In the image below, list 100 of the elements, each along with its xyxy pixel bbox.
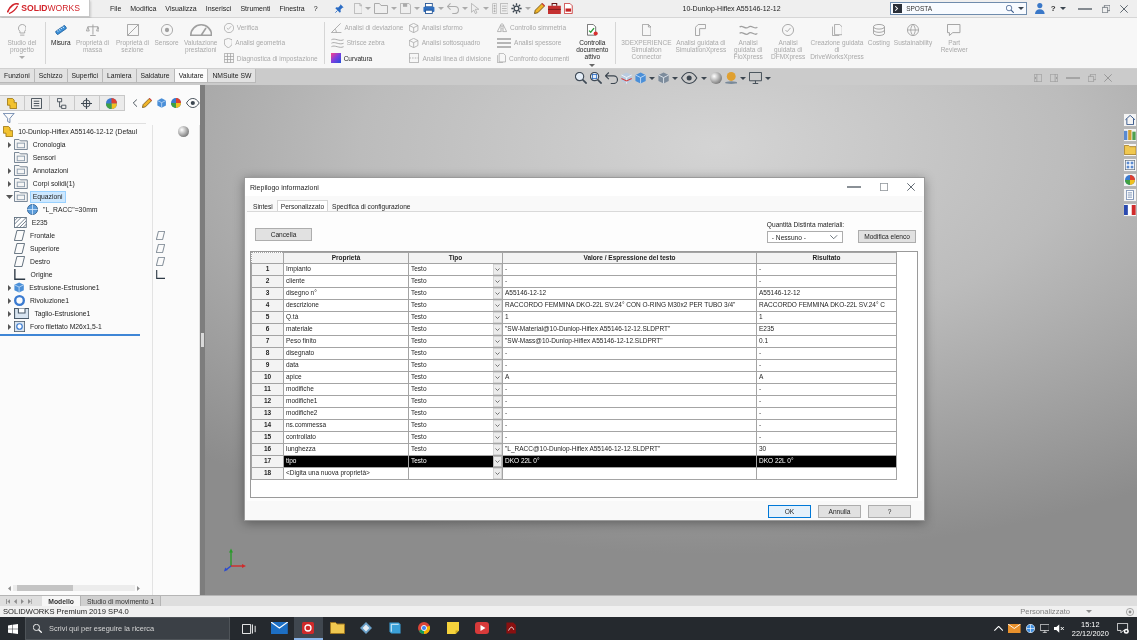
- panel-tab[interactable]: [99, 95, 125, 111]
- grid-icon: [223, 53, 234, 64]
- caret-right-icon[interactable]: [7, 180, 12, 187]
- taskbar-button[interactable]: [293, 617, 323, 640]
- sphere-icon[interactable]: [178, 126, 189, 137]
- flag-icon: [1124, 205, 1136, 215]
- caret-down-icon[interactable]: [649, 76, 656, 80]
- skip-right-icon[interactable]: [27, 598, 33, 604]
- axes-icon: [14, 269, 26, 280]
- task-pane-tab[interactable]: [1123, 158, 1137, 172]
- speech-bubble-icon[interactable]: [1116, 623, 1129, 634]
- circle-icon[interactable]: [1126, 607, 1134, 616]
- globe-icon: [907, 24, 919, 36]
- task-pane-tab[interactable]: [1123, 128, 1137, 142]
- zoom-area-icon[interactable]: [590, 72, 602, 84]
- ring-tile-icon: [302, 621, 315, 634]
- square-diagonal-icon: [126, 24, 139, 36]
- documents-icon: [497, 53, 506, 64]
- document-icon[interactable]: [564, 3, 573, 14]
- caret-down-icon[interactable]: [740, 76, 747, 80]
- caret-right-icon[interactable]: [7, 284, 12, 291]
- coins-icon: [872, 24, 885, 36]
- skip-left-icon[interactable]: [6, 598, 11, 604]
- caret-right-icon[interactable]: [7, 310, 12, 317]
- panel-tab[interactable]: [24, 95, 50, 111]
- help-button[interactable]: ?: [1050, 4, 1056, 13]
- scrollbar[interactable]: [12, 585, 136, 591]
- folder-icon: [14, 152, 28, 163]
- bulb-icon: [17, 24, 27, 36]
- list-icon: [31, 97, 43, 109]
- triangle-right-icon[interactable]: [21, 598, 24, 604]
- maximize-icon[interactable]: [880, 183, 888, 191]
- window-panes-icon[interactable]: [8, 623, 18, 634]
- filter-icon[interactable]: [3, 113, 15, 123]
- books-icon: [1124, 130, 1136, 140]
- folder-icon[interactable]: [374, 3, 389, 14]
- folder-icon: [329, 621, 345, 634]
- chevron-up-icon[interactable]: [993, 626, 1004, 631]
- caret-down-icon[interactable]: [1059, 7, 1066, 10]
- globe-icon[interactable]: [1025, 624, 1035, 633]
- caret-right-icon[interactable]: [7, 297, 12, 304]
- scrollbar-thumb[interactable]: [16, 585, 73, 591]
- zoom-icon[interactable]: [575, 72, 587, 84]
- axes-icon[interactable]: [155, 270, 166, 279]
- cube-icon[interactable]: [157, 98, 167, 108]
- panel-tab[interactable]: [49, 95, 75, 111]
- folder-icon: [14, 178, 28, 189]
- triangle-left-icon[interactable]: [14, 598, 18, 604]
- folder-icon: [14, 139, 28, 150]
- envelope-icon[interactable]: [1008, 624, 1021, 633]
- caret-right-icon[interactable]: [7, 323, 12, 330]
- chevron-left-icon[interactable]: [132, 99, 138, 107]
- caret-right-icon[interactable]: [7, 141, 12, 148]
- caret-down-icon[interactable]: [6, 194, 13, 199]
- panel-tab[interactable]: [74, 95, 100, 111]
- pie-chart-icon[interactable]: [171, 98, 182, 108]
- pin-icon[interactable]: [334, 4, 344, 13]
- task-pane-tab[interactable]: [1123, 203, 1137, 217]
- caret-down-icon[interactable]: [700, 76, 707, 80]
- close-icon[interactable]: [1120, 4, 1128, 13]
- caret-down-icon[interactable]: [672, 76, 679, 80]
- eye-icon[interactable]: [681, 72, 698, 84]
- tile-right-icon[interactable]: [1049, 74, 1058, 82]
- toolbox-icon[interactable]: [548, 3, 562, 14]
- document-check-icon: [586, 24, 598, 36]
- undo-icon[interactable]: [605, 72, 618, 84]
- pencil-icon[interactable]: [534, 3, 546, 14]
- sphere-icon[interactable]: [709, 72, 722, 84]
- eye-icon[interactable]: [186, 98, 200, 108]
- triangle-right-icon[interactable]: [137, 585, 140, 591]
- panes-icon[interactable]: [242, 623, 256, 634]
- close-icon[interactable]: [907, 183, 915, 191]
- printer-icon[interactable]: [423, 3, 436, 14]
- crosshair-icon: [81, 97, 93, 109]
- caret-right-icon[interactable]: [7, 167, 12, 174]
- chevron-down-icon: [830, 235, 838, 239]
- gear-icon[interactable]: [511, 3, 523, 14]
- triangle-left-icon[interactable]: [8, 585, 11, 591]
- caret-down-icon: [1018, 7, 1025, 10]
- logo-text: SOLIDWORKS: [21, 3, 80, 13]
- task-pane-tab[interactable]: [1123, 113, 1137, 127]
- sticky-note-icon: [447, 621, 460, 634]
- logo-mark-icon: [7, 2, 20, 14]
- splitter-handle[interactable]: [201, 333, 204, 347]
- minimize-icon[interactable]: [1077, 7, 1092, 10]
- prompt-icon: [893, 4, 903, 13]
- cube-plane-icon[interactable]: [620, 72, 633, 84]
- pencil-icon[interactable]: [142, 98, 153, 108]
- muted-speaker-icon[interactable]: [1054, 624, 1065, 633]
- traffic-light-icon[interactable]: [491, 3, 497, 14]
- shield-icon: [223, 38, 233, 48]
- caret-down-icon[interactable]: [765, 76, 772, 80]
- monitor-icon[interactable]: [749, 72, 763, 84]
- type-dropdown[interactable]: [408, 467, 503, 480]
- documents-icon: [831, 24, 843, 36]
- tile-left-icon[interactable]: [1033, 74, 1042, 82]
- restore-icon[interactable]: [1101, 4, 1110, 13]
- task-pane-tab[interactable]: [1123, 173, 1137, 187]
- save-icon[interactable]: [400, 3, 412, 14]
- user-icon[interactable]: [1035, 3, 1045, 14]
